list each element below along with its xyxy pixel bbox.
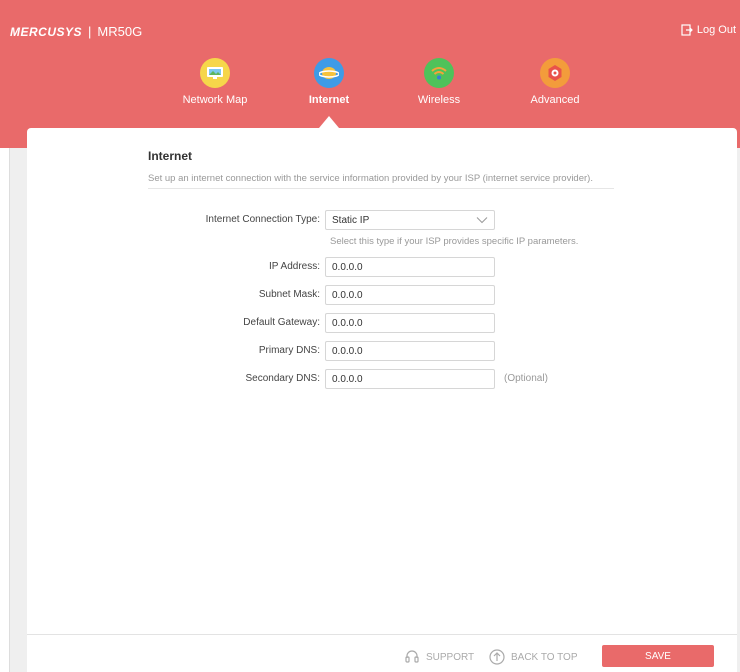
default-gateway-row: Default Gateway: — [27, 313, 737, 333]
secondary-dns-label: Secondary DNS: — [245, 373, 320, 384]
default-gateway-label: Default Gateway: — [243, 317, 320, 328]
active-tab-pointer — [319, 116, 339, 128]
nav-network-map[interactable]: Network Map — [170, 58, 260, 106]
model-name: MR50G — [97, 24, 143, 39]
headset-icon — [405, 650, 419, 663]
gear-icon — [540, 58, 570, 88]
nav-wireless-label: Wireless — [417, 94, 461, 106]
connection-type-row: Internet Connection Type: Static IP — [27, 210, 737, 230]
secondary-dns-input[interactable] — [325, 369, 495, 389]
section-divider — [148, 188, 614, 189]
primary-dns-label: Primary DNS: — [258, 345, 320, 356]
section-title: Internet — [148, 149, 193, 163]
optional-note: (Optional) — [504, 373, 548, 384]
default-gateway-input[interactable] — [325, 313, 495, 333]
ip-address-input[interactable] — [325, 257, 495, 277]
content-panel: Internet Set up an internet connection w… — [27, 128, 737, 672]
globe-icon — [314, 58, 344, 88]
primary-dns-row: Primary DNS: — [27, 341, 737, 361]
nav-advanced-label: Advanced — [530, 94, 580, 106]
nav-network-map-label: Network Map — [182, 94, 248, 106]
section-description: Set up an internet connection with the s… — [148, 173, 593, 184]
back-to-top-link[interactable]: BACK TO TOP — [489, 649, 578, 665]
connection-type-value: Static IP — [332, 214, 370, 226]
subnet-mask-label: Subnet Mask: — [258, 289, 320, 300]
footer-bar: SUPPORT BACK TO TOP SAVE — [27, 634, 737, 672]
arrow-up-circle-icon — [489, 649, 505, 665]
ip-address-label: IP Address: — [269, 261, 320, 272]
network-map-icon — [200, 58, 230, 88]
subnet-mask-row: Subnet Mask: — [27, 285, 737, 305]
logout-button[interactable]: Log Out — [681, 24, 736, 36]
chevron-down-icon — [476, 217, 488, 224]
support-link[interactable]: SUPPORT — [404, 649, 474, 665]
nav-internet[interactable]: Internet — [284, 58, 374, 106]
brand-logo: MERCUSYS — [10, 24, 83, 39]
save-button[interactable]: SAVE — [602, 645, 714, 667]
nav-advanced[interactable]: Advanced — [510, 58, 600, 106]
connection-type-hint: Select this type if your ISP provides sp… — [330, 236, 579, 247]
logout-icon — [681, 24, 693, 36]
subnet-mask-input[interactable] — [325, 285, 495, 305]
nav-wireless[interactable]: Wireless — [394, 58, 484, 106]
top-header: MERCUSYS | MR50G Log Out Network Map Int… — [0, 0, 740, 148]
back-to-top-label: BACK TO TOP — [511, 651, 578, 663]
wifi-icon — [424, 58, 454, 88]
brand: MERCUSYS | MR50G — [10, 24, 142, 39]
nav-internet-label: Internet — [308, 94, 350, 106]
ip-address-row: IP Address: — [27, 257, 737, 277]
secondary-dns-row: Secondary DNS: (Optional) — [27, 369, 737, 389]
support-label: SUPPORT — [426, 651, 475, 663]
connection-type-select[interactable]: Static IP — [325, 210, 495, 230]
connection-type-label: Internet Connection Type: — [205, 214, 320, 225]
logout-label: Log Out — [696, 24, 736, 36]
brand-separator: | — [88, 24, 92, 39]
left-edge — [0, 148, 10, 672]
primary-dns-input[interactable] — [325, 341, 495, 361]
